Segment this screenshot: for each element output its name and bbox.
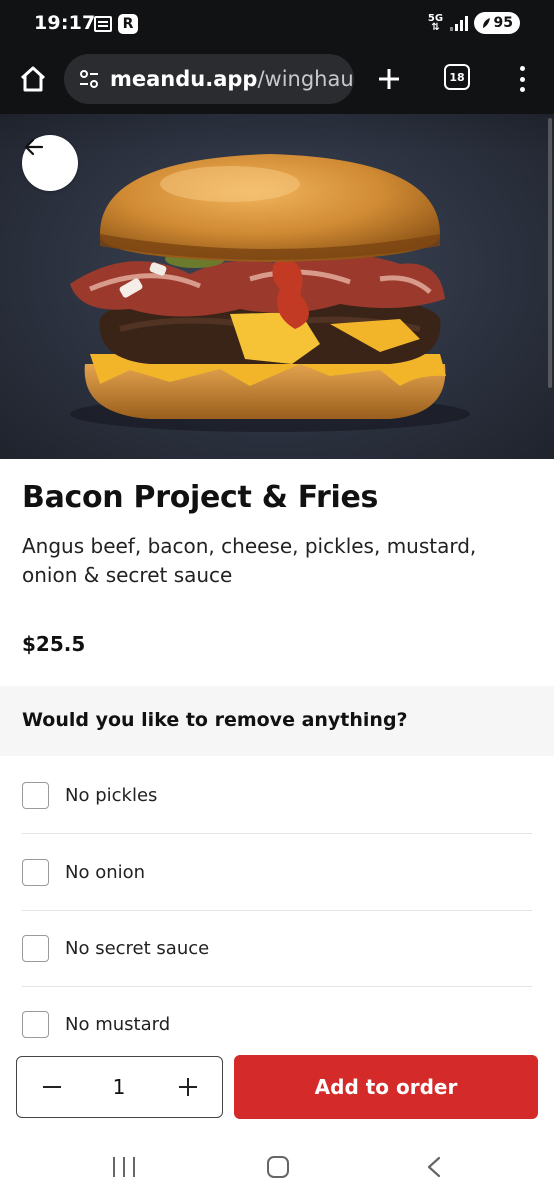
url-text: meandu.app/winghau — [110, 67, 354, 91]
item-price: $25.5 — [22, 632, 86, 656]
checkbox[interactable] — [22, 935, 49, 962]
system-nav-bar — [0, 1135, 554, 1200]
quantity-value: 1 — [112, 1075, 126, 1099]
option-no-pickles[interactable]: No pickles — [22, 758, 532, 834]
page-scrollbar[interactable] — [548, 118, 552, 388]
more-options-icon[interactable] — [510, 62, 534, 96]
item-image — [0, 114, 554, 459]
item-description: Angus beef, bacon, cheese, pickles, must… — [22, 534, 477, 587]
divider — [22, 833, 532, 834]
home-icon[interactable] — [16, 62, 50, 96]
news-notification-icon — [94, 16, 112, 32]
option-no-secret-sauce[interactable]: No secret sauce — [22, 911, 532, 987]
add-to-order-button[interactable]: Add to order — [234, 1055, 538, 1119]
arrow-left-icon — [24, 138, 44, 156]
option-no-onion[interactable]: No onion — [22, 835, 532, 911]
option-label: No onion — [65, 862, 146, 883]
new-tab-icon[interactable] — [372, 62, 406, 96]
option-label: No mustard — [65, 1014, 171, 1035]
tab-switcher-button[interactable]: 18 — [444, 64, 470, 90]
quantity-stepper: 1 — [16, 1056, 223, 1118]
order-action-bar: 1 Add to order — [0, 1040, 554, 1135]
status-bar: 19:17 R 5G ⇅ 95 — [0, 0, 554, 48]
burger-illustration — [0, 114, 554, 432]
r-app-notification-icon: R — [118, 14, 138, 34]
recents-icon[interactable] — [113, 1157, 135, 1177]
back-button[interactable] — [22, 135, 78, 191]
status-time: 19:17 — [34, 12, 96, 34]
checkbox[interactable] — [22, 859, 49, 886]
home-nav-icon[interactable] — [267, 1156, 289, 1178]
decrease-quantity-button[interactable] — [35, 1072, 69, 1102]
site-settings-icon[interactable] — [78, 68, 100, 90]
browser-toolbar: meandu.app/winghau 18 — [0, 48, 554, 114]
status-notification-icons: R — [94, 14, 138, 34]
signal-icon — [449, 15, 468, 31]
checkbox[interactable] — [22, 1011, 49, 1038]
network-type-icon: 5G ⇅ — [427, 13, 444, 33]
item-title: Bacon Project & Fries — [22, 480, 379, 515]
address-bar[interactable]: meandu.app/winghau — [64, 54, 354, 104]
checkbox[interactable] — [22, 782, 49, 809]
remove-section-header: Would you like to remove anything? — [0, 686, 554, 756]
increase-quantity-button[interactable] — [171, 1072, 205, 1102]
status-system-icons: 5G ⇅ 95 — [428, 12, 520, 34]
option-label: No pickles — [65, 785, 158, 806]
battery-level: 95 — [493, 15, 513, 31]
back-nav-icon[interactable] — [424, 1155, 444, 1179]
battery-icon: 95 — [473, 12, 520, 34]
option-label: No secret sauce — [65, 938, 210, 959]
section-title: Would you like to remove anything? — [22, 709, 408, 731]
